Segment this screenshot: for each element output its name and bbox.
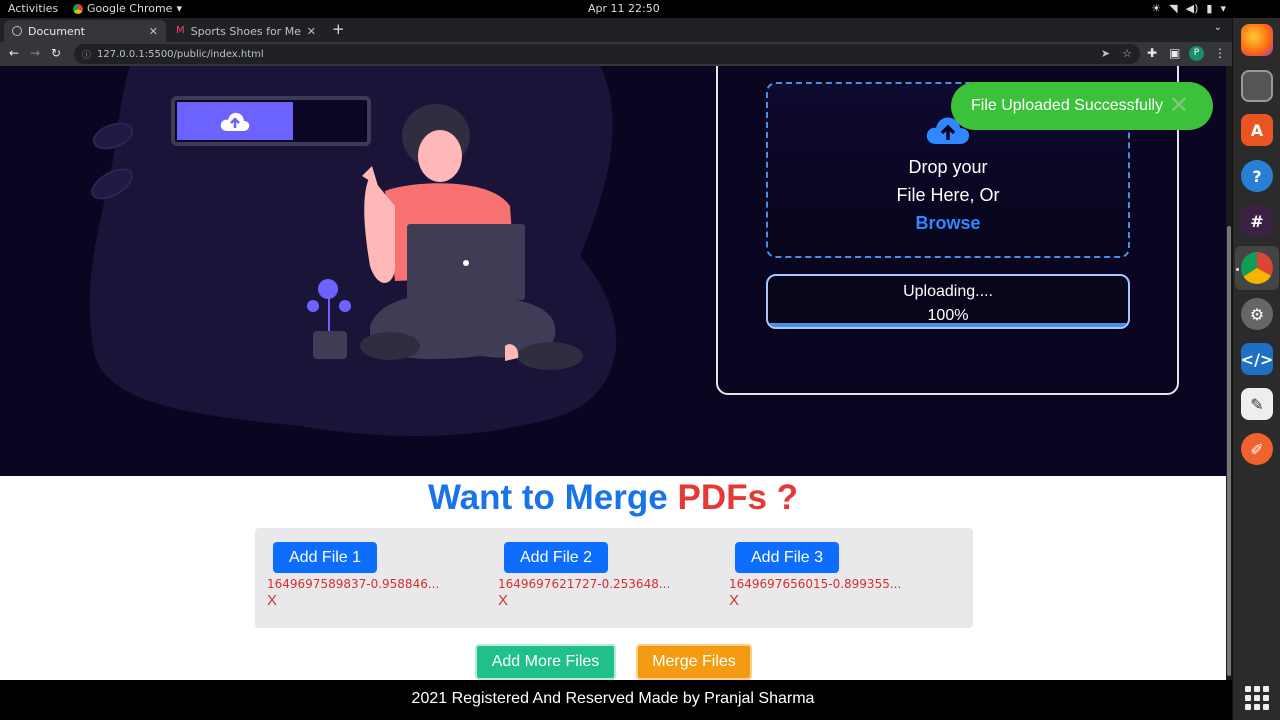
tab-strip: Document ✕ M Sports Shoes for Men - Bu ✕… [0,18,1232,42]
myntra-icon: M [176,25,185,36]
system-top-bar: Activities Google Chrome ▾ Apr 11 22:50 … [0,0,1280,18]
drop-text-line2: File Here, Or [896,185,1000,205]
ubuntu-dock: A ? # ⚙ </> ✎ ✐ [1232,18,1280,720]
drop-text-line1: Drop your [908,157,988,177]
merge-heading-part2: PDFs ? [677,478,799,517]
merge-files-button[interactable]: Merge Files [636,644,752,680]
file-name-1: 1649697589837-0.958846... [267,577,440,591]
bookmark-star-icon[interactable]: ☆ [1122,47,1132,60]
site-info-icon[interactable]: ⓘ [82,48,91,61]
web-page: Drop your File Here, Or Browse Uploading… [0,66,1226,720]
running-indicator [1236,268,1239,271]
success-toast: File Uploaded Successfully ✕ [951,82,1213,130]
files-panel: Add File 1 1649697589837-0.958846... X A… [255,528,973,628]
file-slot-3: Add File 3 1649697656015-0.899355... X [729,542,929,609]
add-file-1-button[interactable]: Add File 1 [273,542,378,573]
scrollbar-thumb[interactable] [1227,226,1231,676]
remove-file-1-button[interactable]: X [267,592,467,609]
menu-kebab-icon[interactable]: ⋮ [1214,46,1226,60]
tab-close-icon[interactable]: ✕ [149,25,158,38]
software-center-icon[interactable]: A [1241,114,1273,146]
wifi-icon: ◥ [1169,2,1178,15]
pencil-app-icon[interactable]: ✐ [1241,433,1273,465]
extensions-icon[interactable]: ✚ [1147,46,1157,60]
hero-section: Drop your File Here, Or Browse Uploading… [0,66,1226,476]
remove-file-3-button[interactable]: X [729,592,929,609]
show-apps-icon[interactable] [1245,686,1269,710]
toast-close-icon[interactable]: ✕ [1169,92,1189,120]
file-slot-2: Add File 2 1649697621727-0.253648... X [498,542,698,609]
illustration-fill [177,102,293,140]
upload-progress-bar [768,323,1128,327]
globe-icon [12,26,22,36]
new-tab-button[interactable]: + [332,20,345,38]
file-name-3: 1649697656015-0.899355... [729,577,902,591]
tab-search-icon[interactable]: ⌄ [1214,22,1222,33]
brightness-icon: ☀ [1151,2,1162,15]
tray-caret-icon: ▾ [1220,2,1226,15]
slack-icon[interactable]: # [1241,205,1273,237]
clock[interactable]: Apr 11 22:50 [588,2,660,15]
add-file-3-button[interactable]: Add File 3 [735,542,840,573]
file-name-2: 1649697621727-0.253648... [498,577,671,591]
files-icon[interactable] [1241,70,1273,102]
tab-document[interactable]: Document ✕ [4,20,166,42]
merge-heading: Want to Merge PDFs ? [0,478,1226,518]
url-text: 127.0.0.1:5500/public/index.html [97,48,264,60]
upload-illustration-bar [171,96,371,146]
tab-close-icon[interactable]: ✕ [307,25,316,38]
add-more-files-button[interactable]: Add More Files [475,644,616,680]
profile-avatar[interactable]: P [1189,46,1204,61]
toast-message: File Uploaded Successfully [971,97,1164,114]
tab-sports-shoes[interactable]: M Sports Shoes for Men - Bu ✕ [168,20,324,42]
tab-title: Sports Shoes for Men - Bu [190,24,301,38]
reload-icon[interactable]: ↻ [51,46,61,60]
page-footer: 2021 Registered And Reserved Made by Pra… [0,680,1226,720]
activities-button[interactable]: Activities [8,2,58,15]
system-tray[interactable]: ☀ ◥ ◀) ▮ ▾ [1151,2,1226,15]
firefox-icon[interactable] [1241,24,1273,56]
cloud-upload-icon [220,112,250,131]
chrome-small-icon [73,3,83,14]
vscode-icon[interactable]: </> [1241,343,1273,375]
upload-progress: Uploading.... 100% [766,274,1130,329]
browser-toolbar: ← → ↻ ⓘ 127.0.0.1:5500/public/index.html… [0,42,1232,66]
upload-status-text: Uploading.... [903,283,993,300]
merge-heading-part1: Want to Merge [427,478,668,517]
app-name: Google Chrome [87,2,173,15]
reading-list-icon[interactable]: ▣ [1169,46,1180,60]
browse-link[interactable]: Browse [768,209,1128,237]
battery-icon: ▮ [1206,2,1213,15]
volume-icon: ◀) [1185,2,1199,15]
add-file-2-button[interactable]: Add File 2 [504,542,609,573]
address-bar[interactable]: ⓘ 127.0.0.1:5500/public/index.html ➤ ☆ [74,44,1140,64]
text-editor-icon[interactable]: ✎ [1241,388,1273,420]
tab-title: Document [28,24,85,38]
remove-file-2-button[interactable]: X [498,592,698,609]
app-menu[interactable]: Google Chrome ▾ [73,2,182,15]
send-icon[interactable]: ➤ [1101,47,1110,60]
help-icon[interactable]: ? [1241,160,1273,192]
back-icon[interactable]: ← [9,46,19,60]
settings-icon[interactable]: ⚙ [1241,298,1273,330]
file-slot-1: Add File 1 1649697589837-0.958846... X [267,542,467,609]
forward-icon[interactable]: → [30,46,40,60]
caret-down-icon: ▾ [176,2,182,15]
chrome-icon[interactable] [1241,252,1273,284]
